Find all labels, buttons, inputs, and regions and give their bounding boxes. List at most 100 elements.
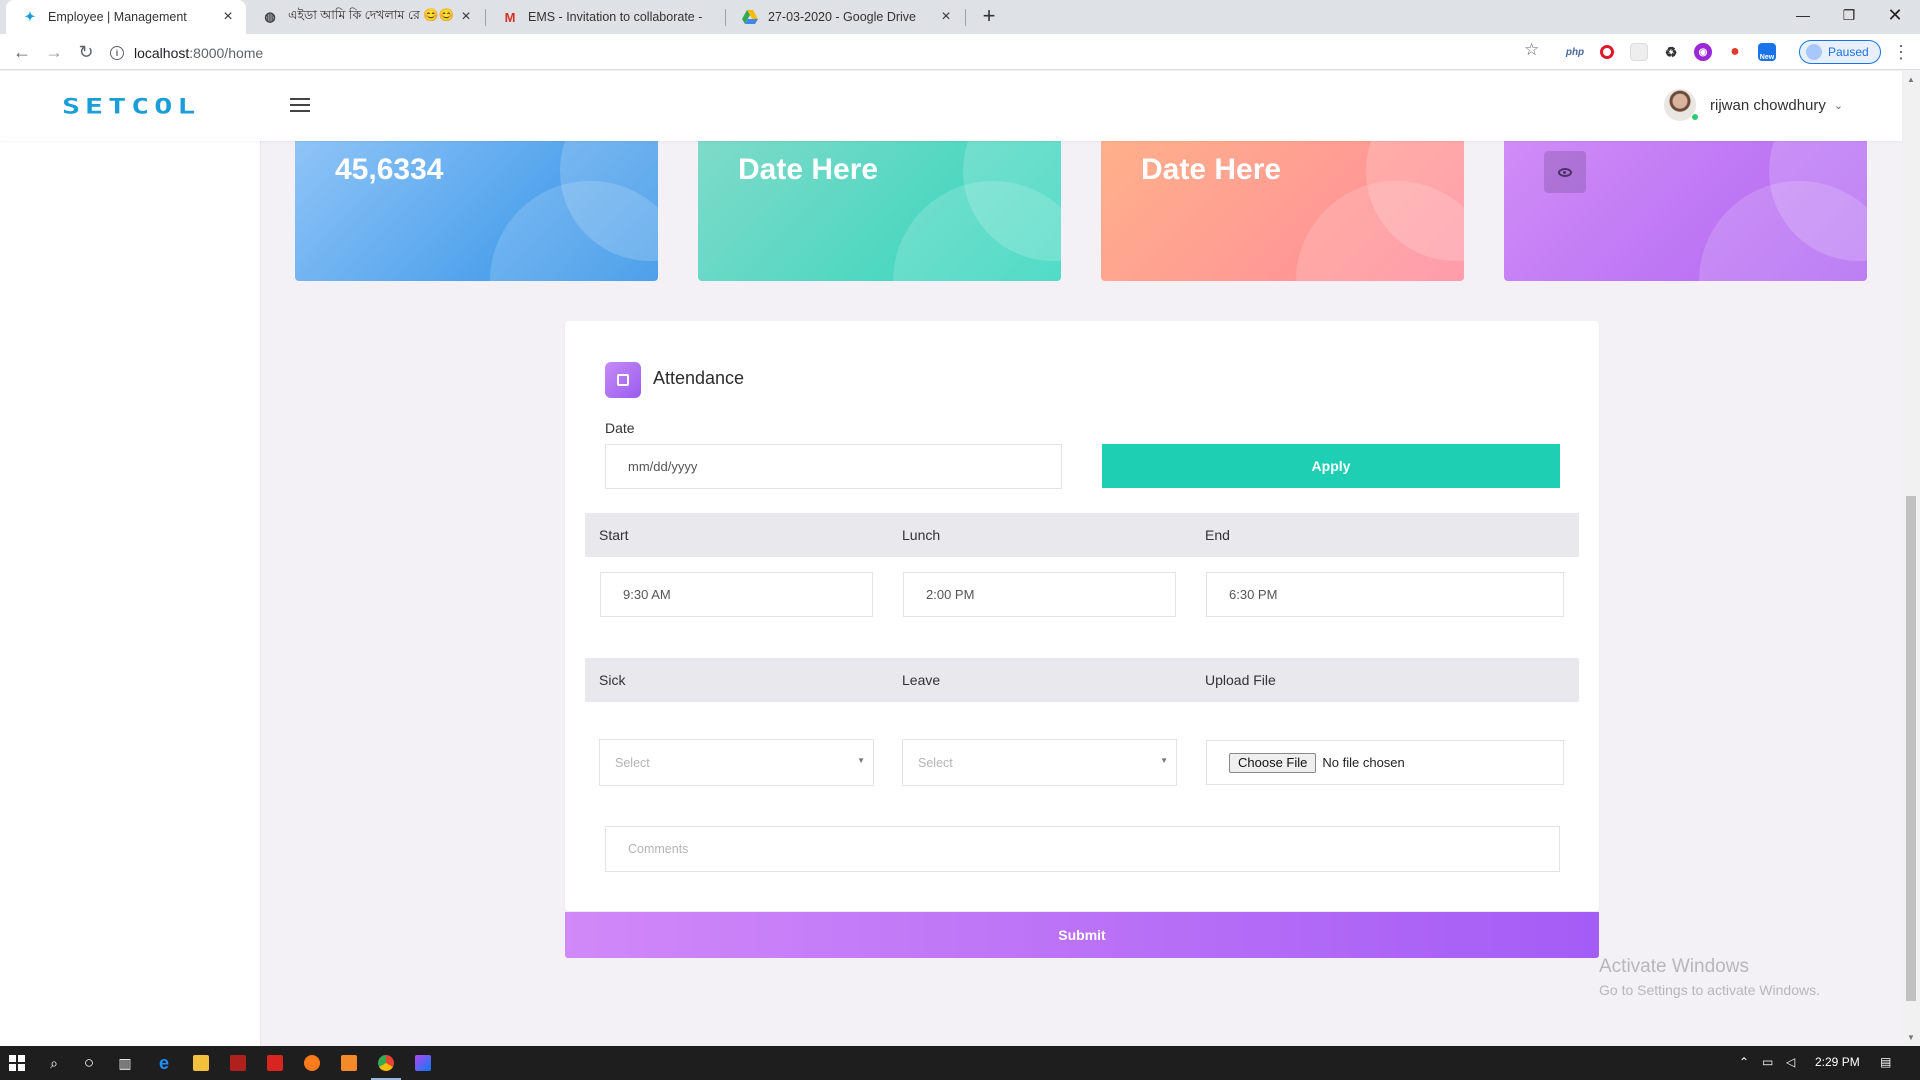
comments-placeholder: Comments — [628, 842, 689, 856]
chrome-icon[interactable] — [374, 1051, 398, 1075]
time-header-row: Start Lunch End — [585, 513, 1579, 557]
edge-icon[interactable]: e — [152, 1051, 176, 1075]
close-tab-icon[interactable]: × — [936, 7, 956, 27]
comments-input[interactable]: Comments — [605, 826, 1560, 872]
clock[interactable]: 2:29 PM — [1815, 1055, 1860, 1069]
scroll-up-icon[interactable]: ▲ — [1907, 75, 1915, 84]
xampp-icon[interactable] — [337, 1051, 361, 1075]
card-decoration — [893, 181, 1061, 281]
start-time-input[interactable]: 9:30 AM — [600, 572, 873, 617]
user-name: rijwan chowdhury — [1710, 96, 1826, 114]
chevron-down-icon: ⌄ — [1833, 99, 1844, 112]
calendar-icon — [605, 362, 641, 398]
stat-card-view — [1504, 141, 1867, 281]
setcol-logo[interactable]: SETCOL — [62, 94, 200, 119]
lunch-header: Lunch — [902, 527, 941, 543]
scroll-down-icon[interactable]: ▼ — [1907, 1033, 1915, 1042]
tab-bangla-page[interactable]: ◍ এইডা আমি কি দেখলাম রে 😊😊 × — [246, 0, 484, 34]
stat-card-date: Date Here — [1101, 141, 1464, 281]
restore-window-icon[interactable]: ❐ — [1826, 0, 1872, 30]
choose-file-button[interactable]: Choose File — [1229, 752, 1317, 773]
scrollbar-thumb[interactable] — [1906, 496, 1916, 1001]
tab-gmail[interactable]: M EMS - Invitation to collaborate - — [486, 0, 724, 34]
profile-paused-button[interactable]: Paused — [1799, 40, 1881, 64]
notifications-icon[interactable]: ▤ — [1880, 1055, 1891, 1069]
stat-card-date: Date Here — [698, 141, 1061, 281]
reload-icon[interactable]: ↻ — [74, 40, 98, 64]
url-path: :8000/home — [189, 44, 264, 61]
app-favicon-icon: ✦ — [24, 9, 36, 24]
new-tab-button[interactable]: + — [976, 4, 1002, 30]
address-bar[interactable]: i localhost:8000/home — [110, 39, 1544, 66]
app-header: SETCOL rijwan chowdhury ⌄ — [0, 71, 1902, 141]
forward-arrow-icon[interactable]: → — [42, 40, 66, 64]
end-time-input[interactable]: 6:30 PM — [1206, 572, 1564, 617]
hamburger-menu-icon[interactable] — [290, 98, 310, 112]
tab-title: EMS - Invitation to collaborate - — [528, 10, 703, 24]
volume-icon[interactable]: ◁ — [1786, 1055, 1795, 1069]
blank-extension-icon[interactable] — [1630, 43, 1648, 61]
leave-header-row: Sick Leave Upload File — [585, 658, 1579, 702]
sick-select[interactable]: Select ▼ — [599, 739, 874, 786]
acrobat-icon[interactable] — [263, 1051, 287, 1075]
new-extension-label: New — [1759, 54, 1775, 61]
start-header: Start — [599, 527, 629, 543]
red-extension-icon[interactable]: ● — [1726, 43, 1744, 61]
view-eye-button[interactable] — [1544, 151, 1586, 193]
close-tab-icon[interactable]: × — [218, 7, 238, 27]
browser-tab-bar: ✦ Employee | Management × ◍ এইডা আমি কি … — [0, 0, 1920, 34]
date-label: Date — [605, 420, 635, 436]
sidebar-divider — [260, 141, 261, 1046]
tray-expand-icon[interactable]: ⌃ — [1739, 1055, 1749, 1069]
close-window-icon[interactable]: ✕ — [1872, 0, 1918, 30]
leave-select[interactable]: Select ▼ — [902, 739, 1177, 786]
tab-title: 27-03-2020 - Google Drive — [768, 10, 916, 24]
bookmark-star-icon[interactable]: ☆ — [1524, 40, 1539, 60]
firefox-icon[interactable] — [300, 1051, 324, 1075]
opera-extension-icon[interactable] — [1598, 43, 1616, 61]
search-icon[interactable]: ⌕ — [42, 1051, 66, 1075]
upload-file-input[interactable]: Choose File No file chosen — [1206, 740, 1564, 785]
apply-button[interactable]: Apply — [1102, 444, 1560, 488]
close-tab-icon[interactable]: × — [456, 7, 476, 27]
tab-google-drive[interactable]: 27-03-2020 - Google Drive × — [726, 0, 964, 34]
windows-start-icon[interactable] — [5, 1051, 29, 1075]
new-extension-icon[interactable]: New — [1758, 43, 1776, 61]
purple-extension-icon[interactable]: ◉ — [1694, 43, 1712, 61]
globe-icon: ◍ — [264, 9, 276, 24]
red-app-icon[interactable] — [226, 1051, 250, 1075]
task-view-icon[interactable]: ▥ — [113, 1051, 137, 1075]
recycle-extension-icon[interactable]: ♻ — [1662, 43, 1680, 61]
date-input[interactable]: mm/dd/yyyy — [605, 444, 1062, 489]
submit-button[interactable]: Submit — [565, 912, 1599, 958]
php-extension-icon[interactable]: php — [1566, 43, 1584, 61]
back-arrow-icon[interactable]: ← — [10, 40, 34, 64]
stat-value: 45,6334 — [335, 153, 444, 186]
card-decoration — [1296, 181, 1464, 281]
sick-select-value: Select — [615, 755, 650, 770]
dropdown-arrow-icon: ▼ — [1160, 756, 1168, 765]
user-menu[interactable]: rijwan chowdhury ⌄ — [1664, 89, 1843, 121]
cortana-icon[interactable]: ○ — [77, 1051, 101, 1075]
lunch-time-input[interactable]: 2:00 PM — [903, 572, 1176, 617]
tab-separator — [965, 9, 966, 26]
stat-value: Date Here — [738, 153, 879, 186]
attendance-title: Attendance — [653, 368, 745, 388]
profile-status: Paused — [1828, 45, 1869, 59]
stat-card-total: 45,6334 — [295, 141, 658, 281]
leave-select-value: Select — [918, 755, 953, 770]
tab-employee-management[interactable]: ✦ Employee | Management × — [6, 0, 246, 34]
page-scrollbar[interactable]: ▲ ▼ — [1902, 71, 1920, 1046]
upload-file-header: Upload File — [1205, 672, 1276, 688]
profile-avatar-icon — [1806, 44, 1822, 60]
browser-toolbar: ← → ↻ i localhost:8000/home ☆ php ♻ ◉ ● … — [0, 34, 1920, 70]
dropdown-arrow-icon: ▼ — [857, 756, 865, 765]
phpstorm-icon[interactable] — [411, 1051, 435, 1075]
eye-icon — [1558, 167, 1572, 177]
network-icon[interactable]: ▭ — [1762, 1055, 1773, 1069]
browser-menu-icon[interactable]: ⋮ — [1892, 42, 1910, 63]
site-info-icon[interactable]: i — [110, 45, 124, 60]
php-extension-label: php — [1565, 46, 1585, 58]
minimize-window-icon[interactable]: — — [1780, 0, 1826, 30]
file-explorer-icon[interactable] — [189, 1051, 213, 1075]
